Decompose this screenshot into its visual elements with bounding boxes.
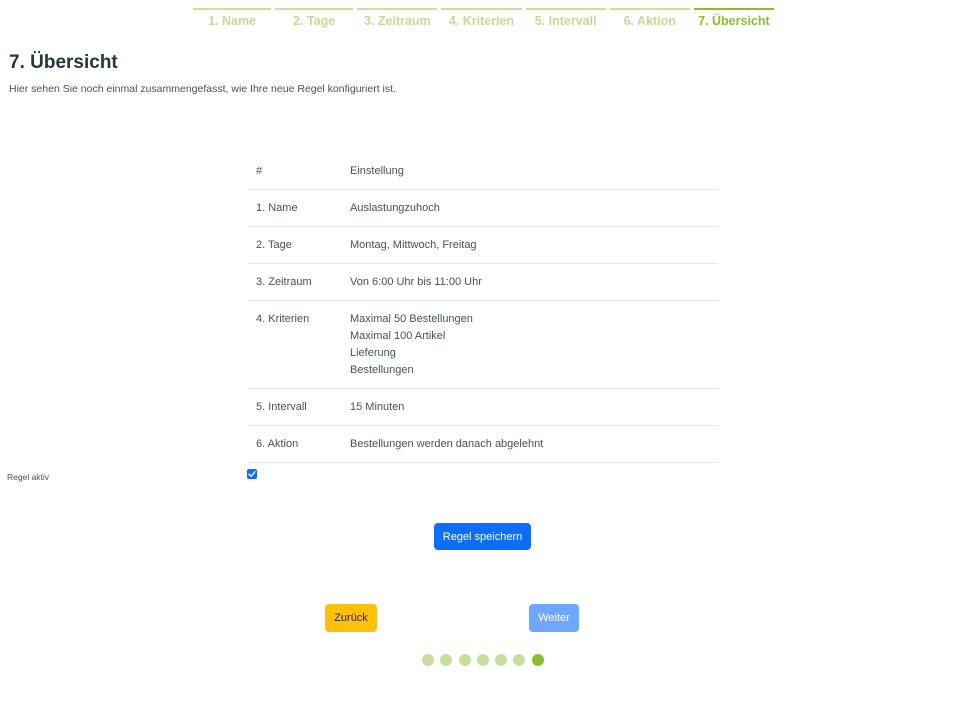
step-dot[interactable]: [458, 654, 471, 666]
step-dot[interactable]: [440, 654, 453, 666]
step-tab-name[interactable]: 1. Name: [193, 8, 272, 32]
row-value: Auslastungzuhoch: [342, 189, 718, 227]
row-value: Bestellungen werden danach abgelehnt: [342, 425, 718, 463]
step-tab-tage[interactable]: 2. Tage: [275, 8, 354, 32]
checkmark-icon: [248, 471, 256, 477]
step-tab-zeitraum[interactable]: 3. Zeitraum: [357, 8, 438, 32]
criteria-line: Maximal 50 Bestellungen: [350, 313, 473, 325]
save-rule-button[interactable]: Regel speichern: [434, 523, 531, 550]
row-key: 3. Zeitraum: [248, 263, 342, 301]
column-header-setting: Einstellung: [342, 153, 718, 190]
step-tab-aktion[interactable]: 6. Aktion: [609, 8, 690, 32]
wizard-steps: 1. Name 2. Tage 3. Zeitraum 4. Kriterien…: [193, 8, 774, 32]
back-button[interactable]: Zurück: [325, 604, 377, 632]
rule-active-checkbox[interactable]: [247, 469, 257, 479]
criteria-line: Lieferung: [350, 347, 396, 359]
table-row: 6. Aktion Bestellungen werden danach abg…: [248, 425, 718, 463]
row-key: 6. Aktion: [248, 425, 342, 463]
step-dot[interactable]: [513, 654, 526, 666]
step-indicator-dots: [422, 654, 544, 666]
step-dot-current[interactable]: [531, 654, 544, 666]
criteria-line: Maximal 100 Artikel: [350, 330, 446, 342]
page-title: 7. Übersicht: [9, 52, 118, 73]
row-key: 1. Name: [248, 189, 342, 227]
row-value: Maximal 50 Bestellungen Maximal 100 Arti…: [342, 300, 718, 389]
row-value: Montag, Mittwoch, Freitag: [342, 226, 718, 264]
step-dot[interactable]: [495, 654, 508, 666]
page-subtitle: Hier sehen Sie noch einmal zusammengefas…: [9, 83, 396, 95]
table-row: 1. Name Auslastungzuhoch: [248, 189, 718, 227]
step-tab-kriterien[interactable]: 4. Kriterien: [441, 8, 522, 32]
table-header-row: # Einstellung: [248, 153, 718, 190]
next-button[interactable]: Weiter: [529, 604, 579, 632]
row-value: 15 Minuten: [342, 388, 718, 426]
table-row: 5. Intervall 15 Minuten: [248, 388, 718, 426]
summary-table: # Einstellung 1. Name Auslastungzuhoch 2…: [248, 153, 718, 463]
step-tab-intervall[interactable]: 5. Intervall: [525, 8, 606, 32]
step-dot[interactable]: [422, 654, 434, 666]
row-key: 2. Tage: [248, 226, 342, 264]
criteria-line: Bestellungen: [350, 364, 414, 376]
row-key: 5. Intervall: [248, 388, 342, 426]
rule-active-label: Regel aktiv: [7, 472, 50, 482]
step-dot[interactable]: [476, 654, 489, 666]
table-row: 3. Zeitraum Von 6:00 Uhr bis 11:00 Uhr: [248, 263, 718, 301]
table-row: 2. Tage Montag, Mittwoch, Freitag: [248, 226, 718, 264]
table-row: 4. Kriterien Maximal 50 Bestellungen Max…: [248, 300, 718, 389]
step-tab-uebersicht[interactable]: 7. Übersicht: [693, 8, 774, 32]
row-key: 4. Kriterien: [248, 300, 342, 389]
row-value: Von 6:00 Uhr bis 11:00 Uhr: [342, 263, 718, 301]
column-header-number: #: [248, 153, 342, 190]
